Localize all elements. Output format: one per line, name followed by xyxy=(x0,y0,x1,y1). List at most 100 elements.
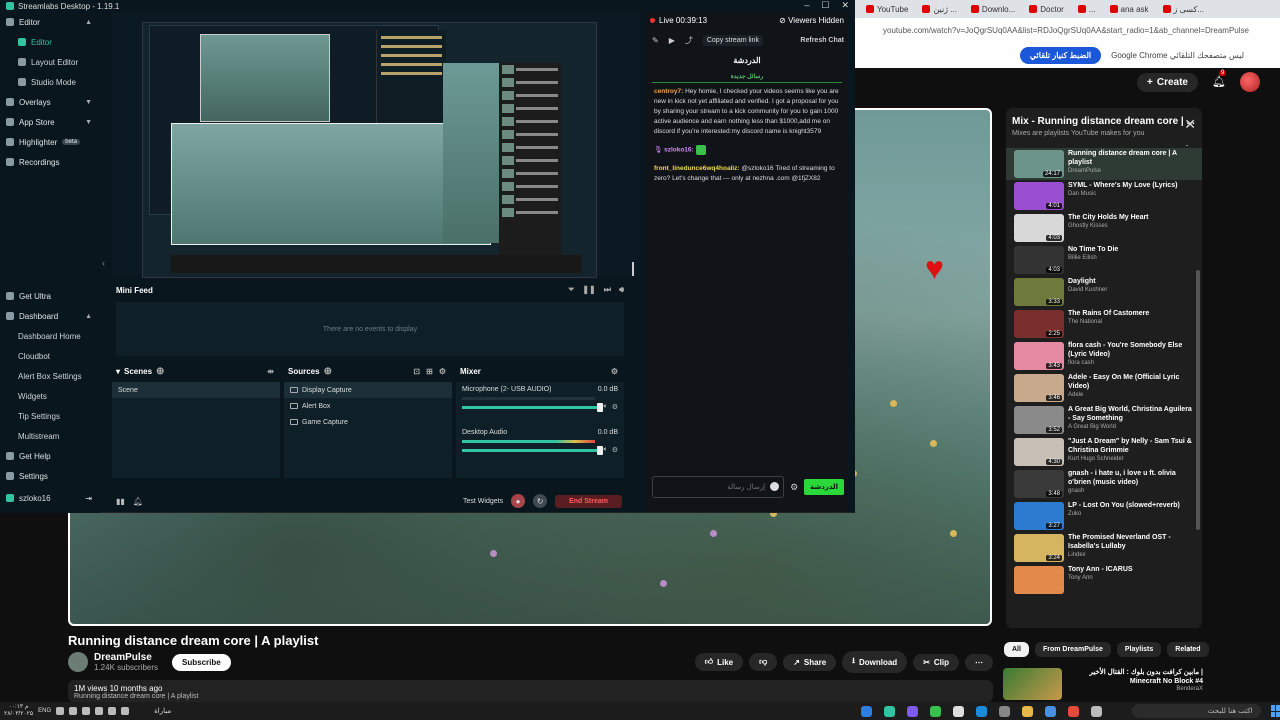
task-view-icon[interactable] xyxy=(1091,705,1103,717)
app-icon[interactable] xyxy=(953,705,965,717)
browser-tab[interactable]: Doctor xyxy=(1024,2,1069,16)
more-actions-button[interactable]: ⋯ xyxy=(965,653,993,671)
sidebar-highlighter[interactable]: Highlighter beta xyxy=(0,132,100,152)
edge-icon[interactable] xyxy=(861,705,873,717)
volume-slider[interactable] xyxy=(462,445,603,455)
source-item[interactable]: Display Capture xyxy=(284,382,452,398)
browser-tab[interactable]: کسی ز... xyxy=(1158,2,1209,16)
video-icon[interactable]: ▶ xyxy=(669,36,675,45)
streamlabs-icon[interactable] xyxy=(884,705,896,717)
folder-icon[interactable]: ⊡ xyxy=(413,367,420,376)
network-icon[interactable] xyxy=(69,707,78,715)
like-button[interactable]: 👍︎ Like xyxy=(694,653,744,671)
edit-icon[interactable]: ✎ xyxy=(652,36,659,45)
share-link-icon[interactable]: ⤴ xyxy=(685,35,693,46)
test-widgets-label[interactable]: Test Widgets xyxy=(463,498,503,505)
minimize-icon[interactable]: – xyxy=(804,0,809,11)
app-icon[interactable] xyxy=(930,705,942,717)
recommended-video[interactable]: مابين كرافت بدون بلوك : القتال الأخير | … xyxy=(1003,668,1203,700)
record-button[interactable]: ● xyxy=(511,494,526,508)
browser-tab[interactable]: ana ask xyxy=(1105,2,1154,16)
sidebar-item-tip-settings[interactable]: Tip Settings xyxy=(0,406,100,426)
sidebar-item-dashboard-home[interactable]: Dashboard Home xyxy=(0,326,100,346)
stats-icon[interactable]: ▮▮ xyxy=(116,497,125,506)
gear-icon[interactable]: ⚙ xyxy=(611,367,618,376)
browser-tab[interactable]: ژنین ... xyxy=(917,2,961,16)
sidebar-recordings[interactable]: Recordings xyxy=(0,152,100,172)
share-button[interactable]: ↗ Share xyxy=(783,653,837,671)
bell-icon[interactable]: 🔔︎ xyxy=(133,497,143,506)
app-icon[interactable] xyxy=(1045,705,1057,717)
source-item[interactable]: Alert Box xyxy=(284,398,452,414)
clock[interactable]: ۰۰:۱۳ م ۲۸/۰۳/۲۰۲۵ xyxy=(4,704,33,718)
sidebar-item-cloudbot[interactable]: Cloudbot xyxy=(0,346,100,366)
taskbar-search[interactable]: اكتب هنا للبحث xyxy=(1132,704,1261,718)
studio-preview[interactable]: › xyxy=(112,12,745,278)
maximize-icon[interactable]: ☐ xyxy=(821,0,829,11)
account-avatar[interactable] xyxy=(1240,72,1260,92)
chevron-right-icon[interactable]: › xyxy=(1187,644,1190,655)
browser-tab[interactable]: Downlo... xyxy=(966,2,1020,16)
chat-username[interactable]: front_linedunce6wq4hoaliz: xyxy=(654,165,740,172)
battery-icon[interactable] xyxy=(82,707,91,715)
sidebar-dashboard[interactable]: Dashboard ▲ xyxy=(0,306,100,326)
gear-icon[interactable]: ⚙ xyxy=(439,367,446,376)
notifications-button[interactable]: 🔔︎ 9 xyxy=(1212,70,1227,89)
sidebar-item-editor[interactable]: Editor xyxy=(0,32,100,52)
preview-resize-handle[interactable] xyxy=(632,262,634,276)
sidebar-editor[interactable]: Editor ▲ xyxy=(0,12,100,32)
subscribe-button[interactable]: Subscribe xyxy=(172,653,231,671)
sidebar-settings[interactable]: Settings xyxy=(0,466,100,486)
windows-start-icon[interactable] xyxy=(1270,705,1280,717)
chip-playlists[interactable]: Playlists xyxy=(1116,642,1162,657)
channel-name[interactable]: DreamPulse xyxy=(94,652,158,663)
clip-button[interactable]: ✂ Clip xyxy=(913,653,959,671)
scene-item[interactable]: Scene xyxy=(112,382,280,398)
speaker-icon[interactable]: 🔈︎ xyxy=(604,403,608,411)
channel-avatar[interactable] xyxy=(68,652,88,672)
close-icon[interactable]: ✕ xyxy=(841,0,849,11)
tray-chevron-icon[interactable] xyxy=(121,707,130,715)
browser-tab[interactable]: ... xyxy=(1073,2,1101,16)
playlist-item[interactable]: Tony Ann - ICARUS Tony Ann xyxy=(1006,564,1202,596)
volume-slider[interactable] xyxy=(462,402,603,412)
video-description[interactable]: 1M views 10 months ago Running distance … xyxy=(68,680,993,702)
playlist-item[interactable]: 4:03 The City Holds My Heart Ghostly Kisse… xyxy=(1006,212,1202,244)
create-button[interactable]: + Create xyxy=(1137,72,1198,92)
playlist-scrollbar[interactable] xyxy=(1196,270,1200,530)
chat-username[interactable]: centroy7: xyxy=(654,88,683,95)
chat-username[interactable]: szloko16: xyxy=(664,147,694,154)
filter-icon[interactable]: ⏷ xyxy=(568,285,574,295)
playlist-item[interactable]: 2:25 The Rains Of Castomere The National xyxy=(1006,308,1202,340)
send-chat-button[interactable]: الدردشة xyxy=(804,479,844,495)
logout-icon[interactable]: ⇥ xyxy=(85,494,92,503)
app-icon[interactable] xyxy=(907,705,919,717)
emoji-icon[interactable] xyxy=(770,482,779,491)
playlist-item[interactable]: 3:52 A Great Big World, Christina Aguiler… xyxy=(1006,404,1202,436)
collapse-icon[interactable]: ▾ xyxy=(116,367,120,376)
chip-from-channel[interactable]: From DreamPulse xyxy=(1034,642,1111,657)
playlist-item[interactable]: 3:33 Daylight David Kushner xyxy=(1006,276,1202,308)
add-scene-icon[interactable]: ⊕ xyxy=(156,366,164,377)
slider-knob[interactable] xyxy=(596,445,603,455)
sidebar-get-ultra[interactable]: Get Ultra xyxy=(0,286,100,306)
playlist-item[interactable]: 3:48 gnash - i hate u, i love u ft. olivi… xyxy=(1006,468,1202,500)
source-item[interactable]: Game Capture xyxy=(284,414,452,430)
set-default-button[interactable]: الضبط كنيار تلقائي xyxy=(1019,46,1102,64)
volume-icon[interactable] xyxy=(56,707,65,715)
playlist-item[interactable]: 3:46 Adele - Easy On Me (Official Lyric V… xyxy=(1006,372,1202,404)
app-icon[interactable] xyxy=(999,705,1011,717)
chevron-left-icon[interactable]: ‹ xyxy=(102,258,105,268)
gear-icon[interactable]: ⚙ xyxy=(612,446,618,454)
refresh-chat-button[interactable]: Refresh Chat xyxy=(800,37,848,44)
sidebar-item-alert-box-settings[interactable]: Alert Box Settings xyxy=(0,366,100,386)
pause-icon[interactable]: ❚❚ xyxy=(582,285,595,295)
add-source-icon[interactable]: ⊕ xyxy=(324,366,332,377)
scene-transition-icon[interactable]: ⇹ xyxy=(267,367,274,376)
sidebar-item-layout-editor[interactable]: Layout Editor xyxy=(0,52,100,72)
language-indicator[interactable]: ENG xyxy=(38,708,51,714)
gear-icon[interactable]: ⚙ xyxy=(612,403,618,411)
end-stream-button[interactable]: End Stream xyxy=(555,494,622,508)
app-icon[interactable] xyxy=(976,705,988,717)
speaker-icon[interactable]: 🔈︎ xyxy=(604,446,608,454)
